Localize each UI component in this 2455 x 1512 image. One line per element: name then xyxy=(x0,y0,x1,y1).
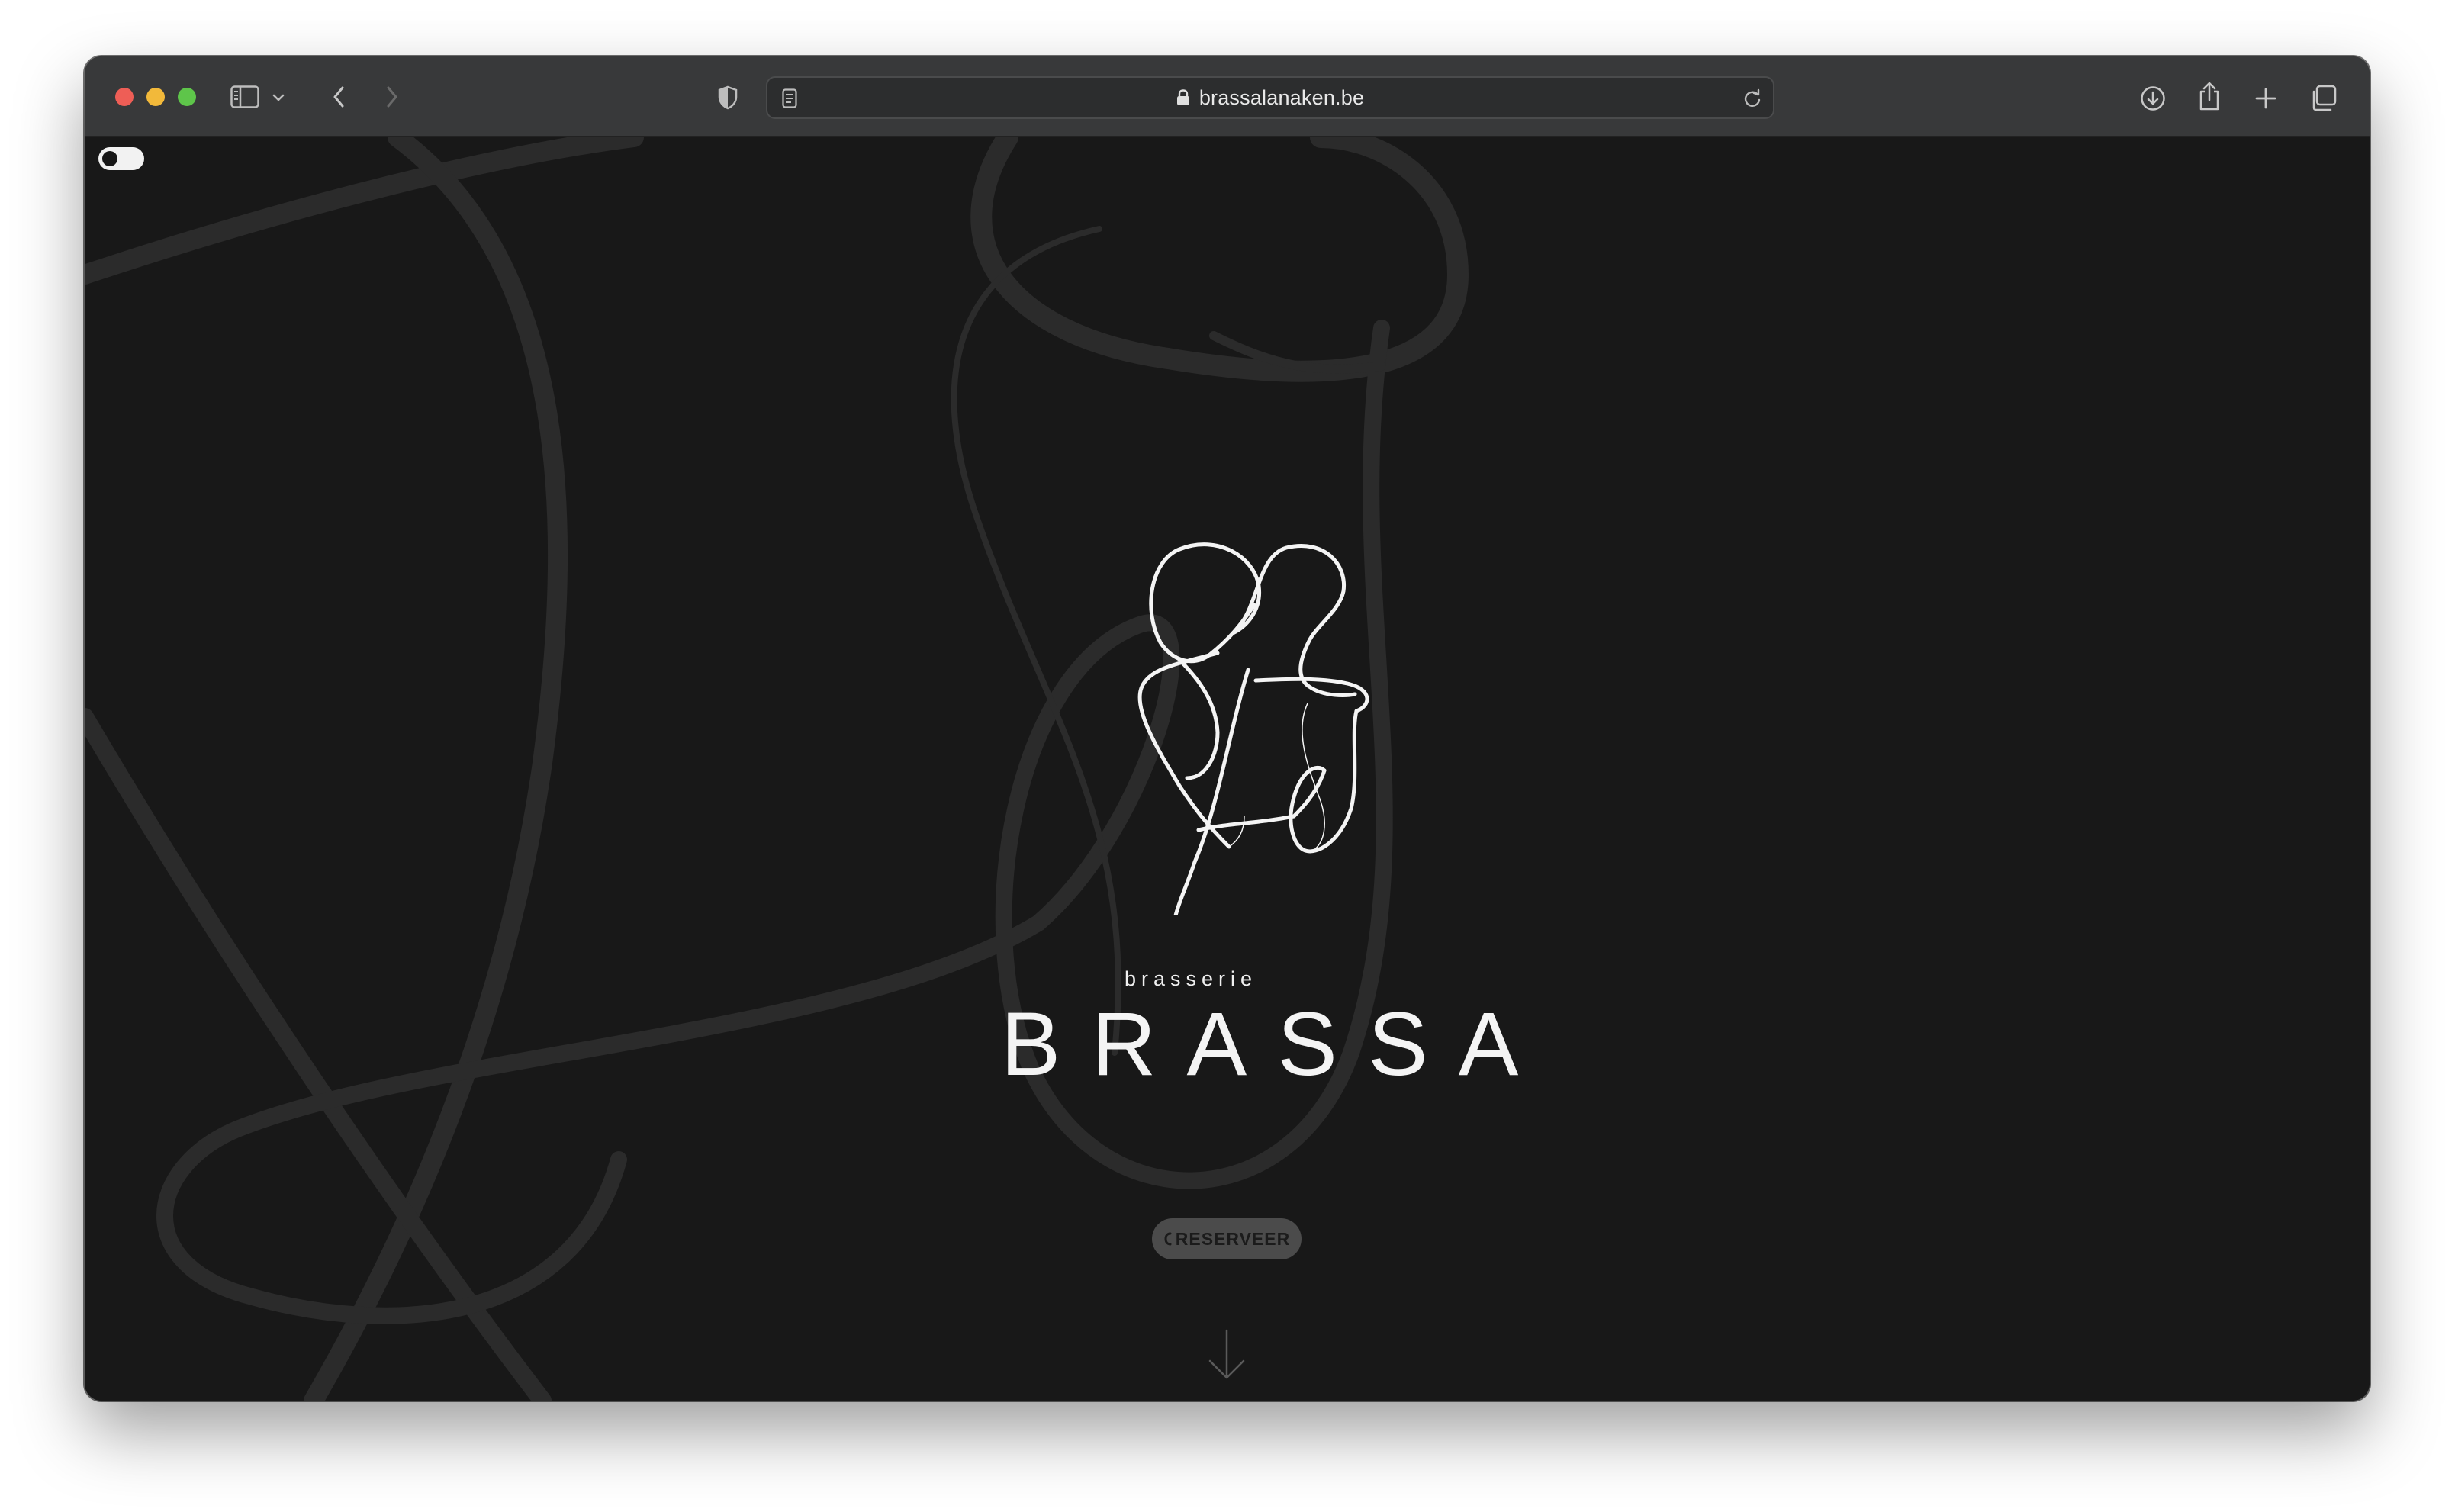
forward-icon[interactable] xyxy=(381,84,404,110)
tabs-icon[interactable] xyxy=(2309,84,2338,113)
minimize-window-button[interactable] xyxy=(146,88,165,106)
lock-icon xyxy=(1176,89,1190,106)
plus-icon[interactable] xyxy=(2253,85,2279,111)
browser-toolbar: brassalanaken.be xyxy=(85,56,2370,137)
close-window-button[interactable] xyxy=(115,88,134,106)
brand-title: BRASSA xyxy=(1000,994,1549,1095)
toggle-knob xyxy=(102,151,117,166)
browser-window: brassalanaken.be brasserie BRASSA RESERV… xyxy=(85,56,2370,1401)
reload-icon[interactable] xyxy=(1741,87,1764,110)
address-bar[interactable]: brassalanaken.be xyxy=(766,76,1774,119)
back-icon[interactable] xyxy=(327,84,350,110)
theme-toggle[interactable] xyxy=(98,147,144,170)
phone-icon xyxy=(1163,1232,1173,1246)
brassa-logo-icon xyxy=(1137,542,1369,915)
reserve-label: RESERVEER xyxy=(1175,1228,1291,1249)
brand-subtitle: brasserie xyxy=(1124,967,1258,990)
address-url: brassalanaken.be xyxy=(767,78,1773,117)
download-icon[interactable] xyxy=(2138,84,2167,113)
page-content: brasserie BRASSA RESERVEER xyxy=(85,137,2370,1401)
arrow-down-icon[interactable] xyxy=(1204,1327,1250,1382)
shield-icon[interactable] xyxy=(715,84,741,111)
url-text: brassalanaken.be xyxy=(1199,85,1365,109)
zoom-window-button[interactable] xyxy=(178,88,196,106)
share-icon[interactable] xyxy=(2196,79,2222,113)
reserve-button[interactable]: RESERVEER xyxy=(1152,1218,1302,1259)
chevron-down-icon[interactable] xyxy=(271,90,286,105)
sidebar-icon[interactable] xyxy=(230,84,260,110)
